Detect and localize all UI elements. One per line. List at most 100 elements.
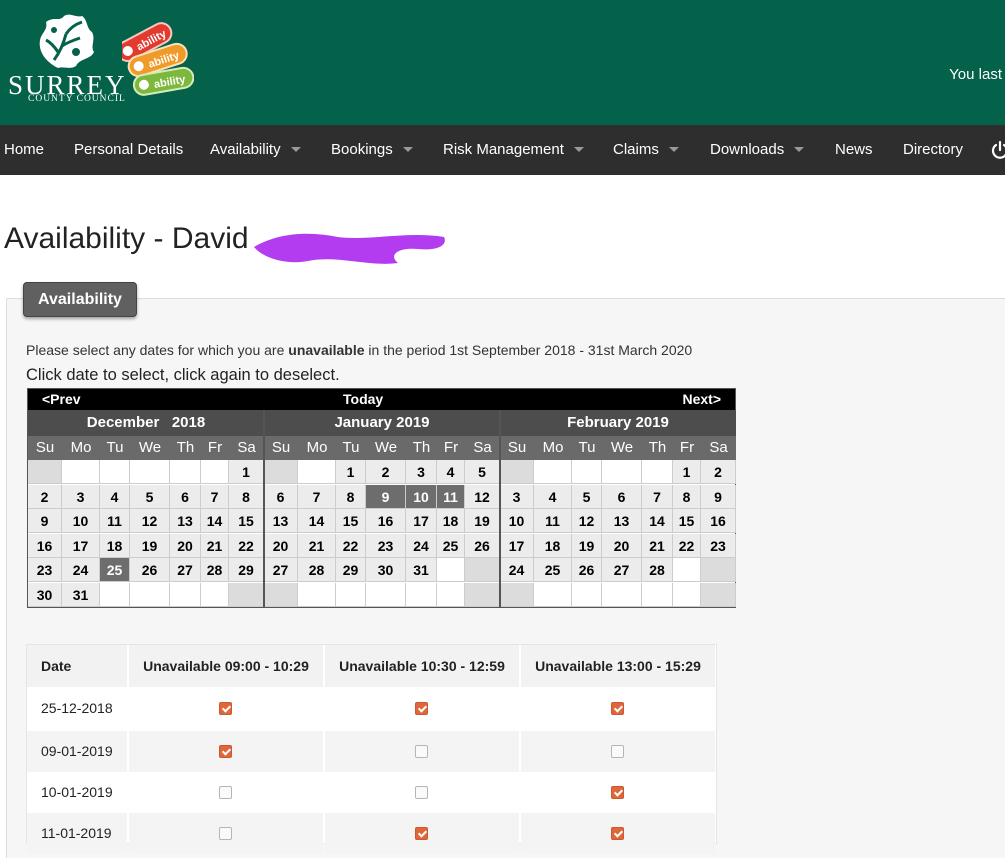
calendar-day[interactable]: 2 — [28, 484, 62, 509]
calendar-day[interactable]: 23 — [28, 558, 62, 582]
unavailable-checkbox[interactable] — [611, 786, 624, 799]
calendar-day[interactable]: 6 — [170, 484, 201, 509]
calendar-day[interactable]: 5 — [465, 460, 500, 484]
calendar-day[interactable]: 22 — [336, 533, 366, 558]
calendar-day[interactable]: 15 — [229, 509, 264, 533]
calendar-day[interactable]: 14 — [642, 509, 673, 533]
calendar-day[interactable]: 28 — [642, 558, 673, 582]
calendar-day[interactable]: 23 — [701, 533, 736, 558]
calendar-day[interactable]: 11 — [534, 509, 572, 533]
calendar-day[interactable]: 7 — [642, 484, 673, 509]
calendar-day[interactable]: 18 — [100, 533, 130, 558]
calendar-day[interactable]: 12 — [572, 509, 602, 533]
nav-personal-details[interactable]: Personal Details — [74, 125, 183, 175]
calendar-day[interactable]: 1 — [673, 460, 701, 484]
calendar-day[interactable]: 21 — [201, 533, 229, 558]
calendar-day[interactable]: 9 — [701, 484, 736, 509]
calendar-day[interactable]: 28 — [298, 558, 336, 582]
calendar-day[interactable]: 26 — [572, 558, 602, 582]
today-button[interactable]: Today — [343, 391, 383, 407]
unavailable-checkbox[interactable] — [415, 702, 428, 715]
availability-tab[interactable]: Availability — [23, 282, 137, 317]
unavailable-checkbox[interactable] — [219, 827, 232, 840]
calendar-day[interactable]: 21 — [298, 533, 336, 558]
calendar-day[interactable]: 3 — [500, 484, 534, 509]
calendar-day[interactable]: 25 — [437, 533, 465, 558]
calendar-day[interactable]: 1 — [229, 460, 264, 484]
nav-directory[interactable]: Directory — [903, 125, 963, 175]
unavailable-checkbox[interactable] — [219, 786, 232, 799]
calendar-day[interactable]: 3 — [62, 484, 100, 509]
calendar-day[interactable]: 27 — [264, 558, 298, 582]
calendar-day[interactable]: 6 — [602, 484, 642, 509]
calendar-day[interactable]: 4 — [100, 484, 130, 509]
nav-claims[interactable]: Claims — [613, 125, 679, 175]
calendar-day[interactable]: 11 — [100, 509, 130, 533]
calendar-day[interactable]: 16 — [701, 509, 736, 533]
next-month-button[interactable]: Next> — [682, 391, 721, 407]
calendar-day[interactable]: 19 — [572, 533, 602, 558]
calendar-day[interactable]: 30 — [28, 582, 62, 607]
calendar-day[interactable]: 8 — [229, 484, 264, 509]
unavailable-checkbox[interactable] — [415, 827, 428, 840]
nav-news[interactable]: News — [835, 125, 873, 175]
calendar-day[interactable]: 26 — [130, 558, 170, 582]
calendar-day[interactable]: 16 — [28, 533, 62, 558]
nav-downloads[interactable]: Downloads — [710, 125, 805, 175]
calendar-day[interactable]: 5 — [572, 484, 602, 509]
calendar-day[interactable]: 24 — [406, 533, 437, 558]
calendar-day[interactable]: 7 — [298, 484, 336, 509]
calendar-day[interactable]: 28 — [201, 558, 229, 582]
unavailable-checkbox[interactable] — [611, 702, 624, 715]
calendar-day[interactable]: 22 — [673, 533, 701, 558]
power-icon[interactable] — [990, 140, 1005, 160]
nav-home[interactable]: Home — [4, 125, 44, 175]
unavailable-checkbox[interactable] — [415, 786, 428, 799]
calendar-day[interactable]: 31 — [406, 558, 437, 582]
calendar-day[interactable]: 29 — [229, 558, 264, 582]
prev-month-button[interactable]: <Prev — [42, 391, 81, 407]
calendar-day[interactable]: 24 — [62, 558, 100, 582]
calendar-day[interactable]: 4 — [534, 484, 572, 509]
calendar-day[interactable]: 30 — [366, 558, 406, 582]
calendar-day[interactable]: 17 — [62, 533, 100, 558]
nav-risk-management[interactable]: Risk Management — [443, 125, 584, 175]
calendar-day[interactable]: 14 — [298, 509, 336, 533]
calendar-day[interactable]: 1 — [336, 460, 366, 484]
calendar-day[interactable]: 8 — [336, 484, 366, 509]
calendar-day[interactable]: 31 — [62, 582, 100, 607]
calendar-day[interactable]: 20 — [264, 533, 298, 558]
unavailable-checkbox[interactable] — [219, 702, 232, 715]
calendar-day[interactable]: 2 — [701, 460, 736, 484]
calendar-day[interactable]: 2 — [366, 460, 406, 484]
calendar-day[interactable]: 12 — [130, 509, 170, 533]
calendar-day[interactable]: 12 — [465, 484, 500, 509]
calendar-day[interactable]: 7 — [201, 484, 229, 509]
calendar-day[interactable]: 13 — [602, 509, 642, 533]
calendar-day[interactable]: 15 — [336, 509, 366, 533]
calendar-day[interactable]: 14 — [201, 509, 229, 533]
calendar-day[interactable]: 22 — [229, 533, 264, 558]
calendar-day[interactable]: 23 — [366, 533, 406, 558]
surrey-county-council-logo[interactable]: SURREY COUNTY COUNCIL — [6, 12, 126, 107]
calendar-day[interactable]: 8 — [673, 484, 701, 509]
calendar-day[interactable]: 27 — [602, 558, 642, 582]
calendar-day[interactable]: 6 — [264, 484, 298, 509]
calendar-day[interactable]: 19 — [130, 533, 170, 558]
calendar-day[interactable]: 16 — [366, 509, 406, 533]
calendar-day[interactable]: 25 — [534, 558, 572, 582]
calendar-day[interactable]: 25 — [100, 558, 130, 582]
calendar-day[interactable]: 11 — [437, 484, 465, 509]
calendar-day[interactable]: 9 — [366, 484, 406, 509]
calendar-day[interactable]: 20 — [170, 533, 201, 558]
calendar-day[interactable]: 13 — [264, 509, 298, 533]
calendar-day[interactable]: 24 — [500, 558, 534, 582]
calendar-day[interactable]: 26 — [465, 533, 500, 558]
calendar-day[interactable]: 3 — [406, 460, 437, 484]
calendar-day[interactable]: 18 — [437, 509, 465, 533]
nav-availability[interactable]: Availability — [210, 125, 301, 175]
calendar-day[interactable]: 10 — [500, 509, 534, 533]
nav-bookings[interactable]: Bookings — [331, 125, 413, 175]
calendar-day[interactable]: 13 — [170, 509, 201, 533]
calendar-day[interactable]: 19 — [465, 509, 500, 533]
